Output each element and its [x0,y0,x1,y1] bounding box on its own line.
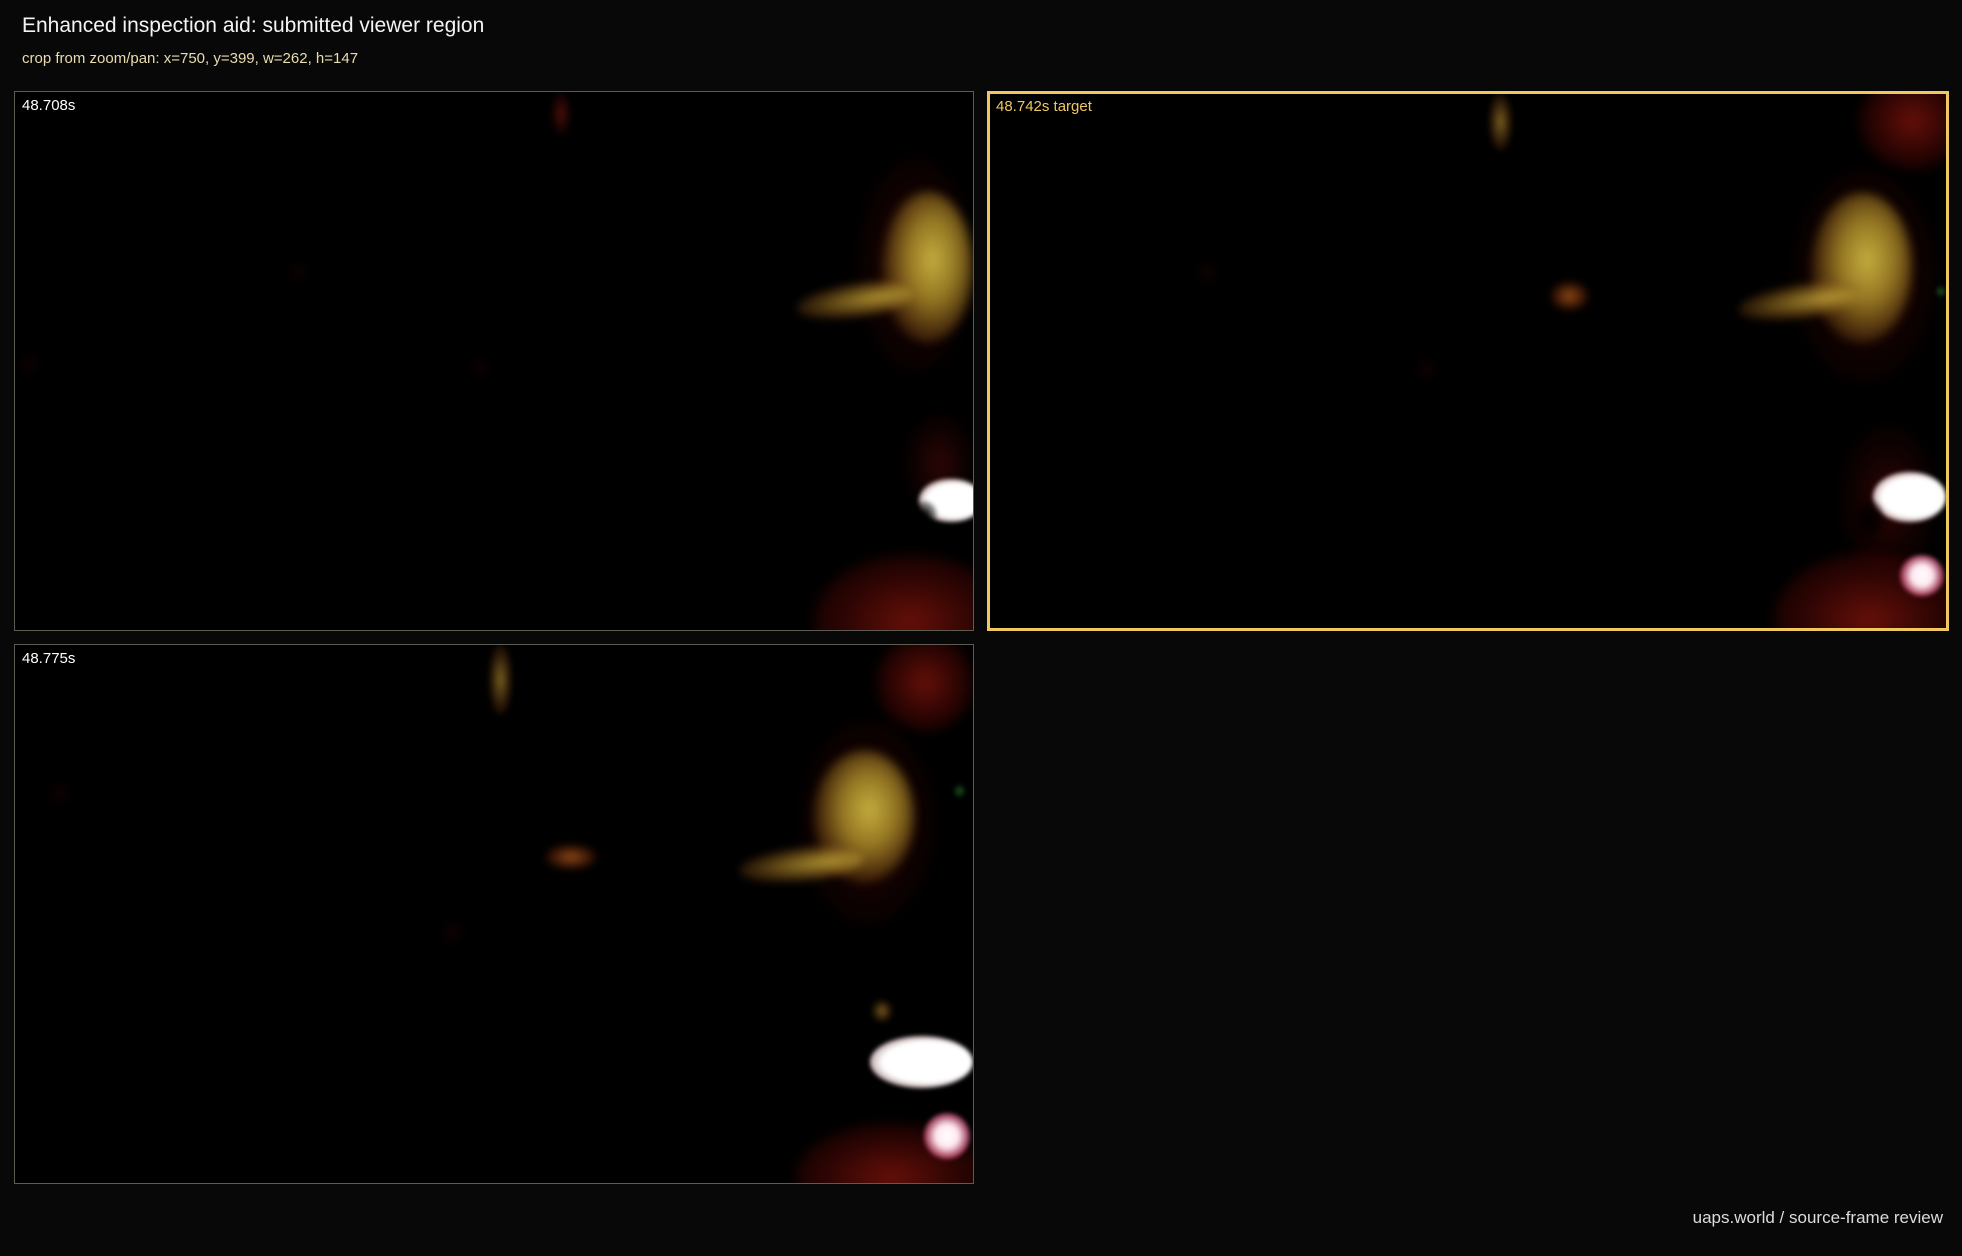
crop-info-subtitle: crop from zoom/pan: x=750, y=399, w=262,… [22,50,359,67]
frame-timestamp-label: 48.708s [15,92,83,120]
frame-timestamp-label-target: 48.742s target [990,94,1101,122]
frame-panel-previous: 48.708s [14,91,974,631]
frame-timestamp-label: 48.775s [15,645,83,673]
frame-panel-next: 48.775s [14,644,974,1184]
page-title: Enhanced inspection aid: submitted viewe… [22,14,485,37]
footer-credit: uaps.world / source-frame review [1692,1208,1943,1227]
frame-panel-target: 48.742s target [987,91,1949,631]
